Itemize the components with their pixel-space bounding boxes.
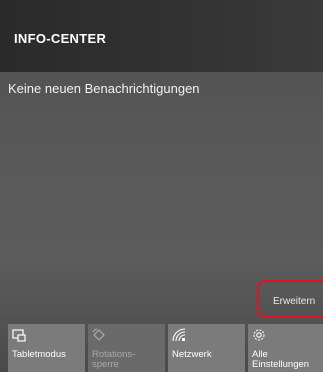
gear-icon xyxy=(253,329,265,341)
quick-action-rotation-lock[interactable]: Rotations-sperre xyxy=(88,324,165,372)
action-center-header: INFO-CENTER xyxy=(0,0,323,72)
panel-title: INFO-CENTER xyxy=(14,31,107,46)
rotation-lock-icon xyxy=(92,328,105,341)
quick-action-label: Alle Einstellungen xyxy=(252,349,310,370)
quick-action-label: Netzwerk xyxy=(172,349,212,360)
expand-label: Erweitern xyxy=(273,296,316,307)
network-icon xyxy=(172,328,186,342)
quick-action-all-settings[interactable]: Alle Einstellungen xyxy=(248,324,323,372)
quick-action-network[interactable]: Netzwerk xyxy=(168,324,245,372)
quick-actions-row: Tabletmodus Rotations-sperre Netzwerk Al… xyxy=(0,322,323,372)
quick-action-label: Tabletmodus xyxy=(12,349,66,360)
expand-button[interactable]: Erweitern xyxy=(257,280,323,318)
quick-action-tablet-mode[interactable]: Tabletmodus xyxy=(8,324,85,372)
no-notifications-message: Keine neuen Benachrichtigungen xyxy=(8,81,200,96)
tablet-mode-icon xyxy=(12,329,26,342)
action-center-panel: INFO-CENTER Keine neuen Benachrichtigung… xyxy=(0,0,323,372)
quick-action-label: Rotations-sperre xyxy=(92,349,136,370)
